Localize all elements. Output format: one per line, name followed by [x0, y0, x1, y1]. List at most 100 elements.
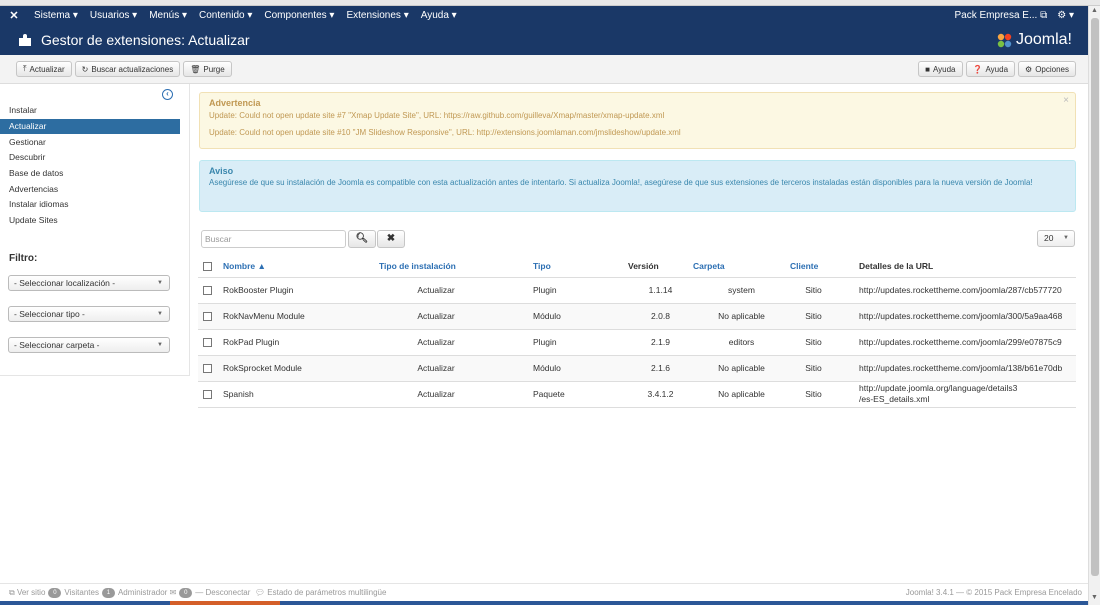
col-version: Versión [628, 256, 693, 278]
list-limit-select[interactable]: 20 ▼ [1037, 230, 1075, 247]
folder-select[interactable]: - Seleccionar carpeta - ▼ [8, 337, 170, 353]
cell-name: RokNavMenu Module [223, 303, 379, 330]
cell-folder: editors [693, 329, 790, 356]
brand-text: Joomla! [1015, 31, 1072, 48]
purge-label: Purge [203, 64, 225, 74]
cell-type: Módulo [533, 303, 628, 330]
sidebar-item-actualizar[interactable]: Actualizar [0, 119, 180, 134]
info-text: Asegúrese de que su instalación de Jooml… [209, 178, 1033, 187]
menu-ayuda[interactable]: Ayuda ▾ [415, 10, 463, 21]
cell-install-type: Actualizar [379, 381, 533, 408]
page-header: Gestor de extensiones: Actualizar Joomla… [0, 25, 1088, 55]
find-updates-button[interactable]: ↻ Buscar actualizaciones [74, 61, 181, 77]
help-video-button[interactable]: ■ Ayuda [918, 61, 963, 77]
cell-install-type: Actualizar [379, 329, 533, 356]
taskbar-strip [0, 601, 1088, 605]
envelope-icon: ✉ [169, 588, 177, 597]
warning-title: Advertencia [209, 98, 261, 108]
table-row: Spanish Actualizar Paquete 3.4.1.2 No aplica… [198, 381, 1076, 408]
cell-install-type: Actualizar [379, 303, 533, 330]
menu-componentes[interactable]: Componentes ▾ [258, 10, 340, 21]
update-button[interactable]: ⤒ Actualizar [16, 61, 72, 77]
row-checkbox[interactable] [203, 364, 212, 374]
col-tipo[interactable]: Tipo [533, 256, 628, 278]
cell-version: 2.1.6 [628, 355, 693, 382]
close-icon[interactable]: × [1063, 94, 1069, 107]
taskbar-highlight [170, 601, 280, 605]
warning-line: Update: Could not open update site #7 "X… [209, 111, 665, 120]
filter-title: Filtro: [9, 253, 38, 264]
multilang-link[interactable]: Estado de parámetros multilingüe [267, 588, 386, 597]
joomla-menu-icon[interactable]: ✕ [0, 9, 28, 22]
logout-link[interactable]: Desconectar [206, 588, 251, 597]
admins-badge: 1 [101, 587, 115, 598]
options-label: Opciones [1035, 64, 1069, 74]
row-checkbox[interactable] [203, 312, 212, 322]
scroll-up-icon[interactable]: ▲ [1091, 7, 1098, 14]
warning-alert: × Advertencia Update: Could not open upd… [199, 92, 1076, 149]
collapse-sidebar-icon[interactable]: ‹ [162, 89, 173, 100]
cell-client: Sitio [790, 329, 859, 356]
menu-usuarios[interactable]: Usuarios ▾ [84, 10, 143, 21]
sidebar-item-instalar-idiomas[interactable]: Instalar idiomas [0, 197, 180, 212]
site-link[interactable]: Pack Empresa E... ⧉ [955, 10, 1048, 21]
user-settings-menu[interactable]: ⚙ ▾ [1057, 10, 1074, 21]
scrollbar-thumb[interactable] [1091, 18, 1099, 576]
copyright: Joomla! 3.4.1 — © 2015 Pack Empresa Ence… [905, 588, 1082, 597]
table-row: RokSprocket Module Actualizar Módulo 2.1.6 N… [198, 355, 1076, 382]
admin-navbar: ✕ Sistema ▾ Usuarios ▾ Menús ▾ Contenido… [0, 6, 1088, 25]
sidebar-item-update-sites[interactable]: Update Sites [0, 213, 180, 228]
options-button[interactable]: ⚙ Opciones [1018, 61, 1076, 77]
col-nombre[interactable]: Nombre ▲ [223, 256, 379, 278]
gear-icon: ⚙ [1025, 64, 1033, 74]
menu-contenido[interactable]: Contenido ▾ [193, 10, 258, 21]
video-icon: ■ [925, 64, 930, 74]
list-limit-value: 20 [1044, 233, 1054, 243]
sidebar-item-advertencias[interactable]: Advertencias [0, 182, 180, 197]
trash-icon: 🗑 [190, 64, 201, 74]
sidebar-item-descubrir[interactable]: Descubrir [0, 150, 180, 165]
scrollbar[interactable]: ▲ ▼ [1088, 6, 1100, 605]
view-site-link[interactable]: Ver sitio [17, 588, 45, 597]
toolbar: ⤒ Actualizar ↻ Buscar actualizaciones 🗑 Pur… [0, 55, 1088, 84]
sidebar-item-instalar[interactable]: Instalar [0, 103, 180, 118]
row-checkbox[interactable] [203, 286, 212, 296]
comment-icon: 💬︎ [254, 588, 266, 597]
cell-client: Sitio [790, 303, 859, 330]
cell-client: Sitio [790, 355, 859, 382]
table-row: RokBooster Plugin Actualizar Plugin 1.1.14 s… [198, 277, 1076, 304]
col-carpeta[interactable]: Carpeta [693, 256, 790, 278]
select-all-checkbox[interactable] [203, 262, 212, 272]
location-select[interactable]: - Seleccionar localización - ▼ [8, 275, 170, 291]
main-menu: Sistema ▾ Usuarios ▾ Menús ▾ Contenido ▾… [28, 10, 463, 21]
col-cliente[interactable]: Cliente [790, 256, 859, 278]
help-video-label: Ayuda [932, 64, 956, 74]
help-button[interactable]: ❓ Ayuda [965, 61, 1016, 77]
cell-type: Paquete [533, 381, 628, 408]
search-button[interactable]: 🔍︎ [348, 230, 376, 248]
cell-url: http://updates.rockettheme.com/joomla/13… [859, 355, 1076, 382]
menu-sistema[interactable]: Sistema ▾ [28, 10, 84, 21]
visitors-label: Visitantes [64, 588, 99, 597]
sidebar-item-gestionar[interactable]: Gestionar [0, 135, 180, 150]
search-input[interactable]: Buscar [201, 230, 346, 248]
cell-type: Módulo [533, 355, 628, 382]
refresh-icon: ↻ [81, 64, 89, 74]
cell-client: Sitio [790, 381, 859, 408]
col-tipo-instalacion[interactable]: Tipo de instalación [379, 256, 533, 278]
menu-extensiones[interactable]: Extensiones ▾ [340, 10, 414, 21]
type-select-value: - Seleccionar tipo - [14, 309, 85, 319]
type-select[interactable]: - Seleccionar tipo - ▼ [8, 306, 170, 322]
scroll-down-icon[interactable]: ▼ [1091, 594, 1098, 601]
clear-search-button[interactable]: ✖ [377, 230, 405, 248]
sidebar-item-base-de-datos[interactable]: Base de datos [0, 166, 180, 181]
warning-line: Update: Could not open update site #10 "… [209, 128, 681, 137]
cell-install-type: Actualizar [379, 355, 533, 382]
purge-button[interactable]: 🗑 Purge [183, 61, 232, 77]
cell-name: RokSprocket Module [223, 355, 379, 382]
row-checkbox[interactable] [203, 390, 212, 400]
external-link-icon: ⧉ [1040, 10, 1048, 21]
cell-version: 3.4.1.2 [628, 381, 693, 408]
row-checkbox[interactable] [203, 338, 212, 348]
menu-menus[interactable]: Menús ▾ [143, 10, 193, 21]
